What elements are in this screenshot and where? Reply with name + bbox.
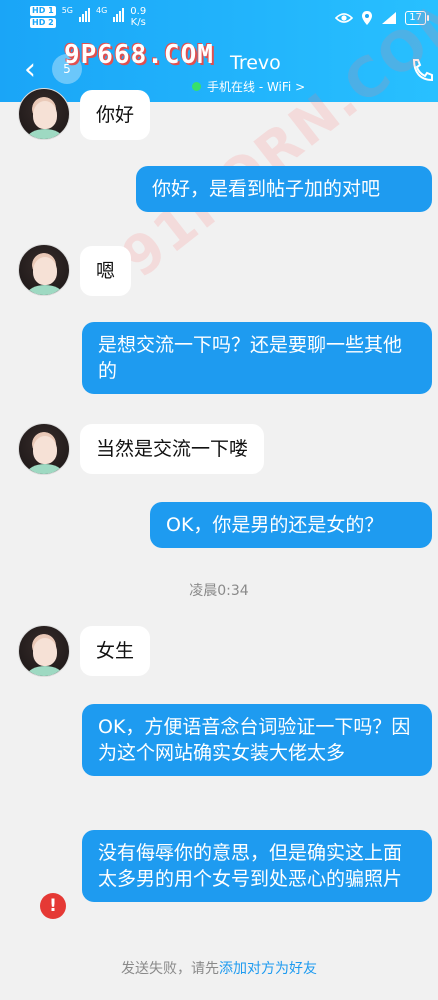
back-chevron-icon[interactable]: ‹ [24, 55, 46, 85]
battery-indicator: 17 [405, 11, 429, 25]
eye-icon [335, 13, 354, 23]
phone-call-icon[interactable] [410, 56, 434, 84]
contact-avatar[interactable] [18, 88, 70, 140]
sim2-badge: HD 2 [30, 18, 56, 28]
status-bar: HD 1 HD 2 5G . 4G 0.9 K/s 17 [0, 4, 438, 32]
network-5g-label: 5G [61, 6, 73, 15]
online-status[interactable]: 手机在线 - WiFi > [192, 78, 305, 95]
message-bubble-incoming: 嗯 [80, 246, 132, 296]
watermark-logo: 9P668.COM [64, 40, 214, 70]
send-failed-icon[interactable]: ! [40, 893, 66, 919]
send-failed-note: 发送失败，请先添加对方为好友 [0, 958, 438, 978]
message-bubble-outgoing: OK，你是男的还是女的？ [150, 502, 432, 548]
sim1-badge: HD 1 [30, 6, 56, 16]
contact-avatar[interactable] [18, 625, 70, 677]
location-icon [362, 11, 373, 25]
wifi-icon [382, 12, 397, 24]
network-4g-label: 4G [95, 6, 108, 15]
signal-bars-icon [78, 6, 90, 22]
chat-header: HD 1 HD 2 5G . 4G 0.9 K/s 17 [0, 0, 438, 102]
message-bubble-incoming: 你好 [80, 90, 151, 140]
send-failed-text: 发送失败，请先 [121, 961, 219, 977]
message-bubble-outgoing: OK，方便语音念台词验证一下吗？因为这个网站确实女装大佬太多 [82, 704, 432, 776]
online-dot-icon [192, 82, 201, 91]
network-speed: 0.9 K/s [130, 6, 147, 28]
contact-avatar[interactable] [18, 423, 70, 475]
online-status-text: 手机在线 - WiFi > [207, 80, 306, 94]
message-bubble-outgoing-failed: 没有侮辱你的意思，但是确实这上面太多男的用个女号到处恶心的骗照片 [82, 830, 432, 902]
message-bubble-incoming: 女生 [80, 626, 151, 676]
contact-avatar[interactable] [18, 244, 70, 296]
message-bubble-outgoing: 你好，是看到帖子加的对吧 [136, 166, 432, 212]
add-friend-link[interactable]: 添加对方为好友 [219, 961, 317, 977]
chat-timestamp: 凌晨0:34 [189, 583, 249, 599]
message-bubble-incoming: 当然是交流一下喽 [80, 424, 265, 474]
signal-bars-2-icon [113, 6, 125, 22]
message-bubble-outgoing: 是想交流一下吗？还是要聊一些其他的 [82, 322, 432, 394]
contact-name[interactable]: Trevo [230, 52, 281, 74]
